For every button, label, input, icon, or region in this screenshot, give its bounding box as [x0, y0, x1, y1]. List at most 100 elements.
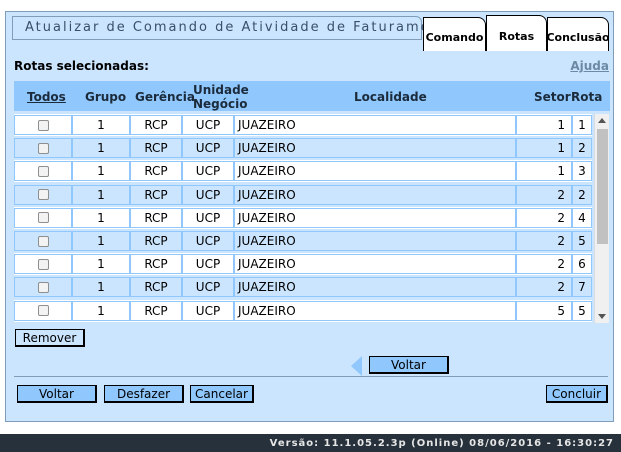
- cell-unidade: UCP: [182, 277, 234, 298]
- tab-conclusao[interactable]: Conclusão: [546, 17, 610, 51]
- table-row: 1 RCP UCP JUAZEIRO 1 2: [14, 137, 592, 160]
- col-gerencia: Gerência: [135, 90, 195, 104]
- cell-grupo: 1: [72, 254, 130, 275]
- table-row: 1 RCP UCP JUAZEIRO 2 7: [14, 276, 592, 299]
- row-checkbox[interactable]: [37, 165, 49, 177]
- cell-grupo: 1: [72, 277, 130, 298]
- cell-unidade: UCP: [182, 231, 234, 251]
- col-localidade: Localidade: [354, 90, 427, 104]
- cell-gerencia: RCP: [130, 138, 182, 159]
- scroll-up-icon[interactable]: [598, 118, 606, 123]
- cell-rota: 1: [572, 115, 592, 135]
- row-checkbox-cell: [14, 161, 72, 182]
- cell-localidade: JUAZEIRO: [234, 184, 516, 205]
- col-grupo: Grupo: [85, 90, 127, 104]
- help-link[interactable]: Ajuda: [570, 59, 609, 73]
- table-row: 1 RCP UCP JUAZEIRO 2 2: [14, 183, 592, 206]
- row-checkbox[interactable]: [37, 119, 49, 131]
- cell-unidade: UCP: [182, 161, 234, 182]
- cell-grupo: 1: [72, 300, 130, 321]
- cell-localidade: JUAZEIRO: [234, 161, 516, 182]
- cell-gerencia: RCP: [130, 115, 182, 135]
- row-checkbox-cell: [14, 138, 72, 159]
- tab-rotas[interactable]: Rotas: [486, 15, 547, 51]
- back-button[interactable]: Voltar: [17, 385, 97, 403]
- tab-comando[interactable]: Comando: [423, 17, 486, 51]
- scroll-down-icon[interactable]: [598, 314, 606, 319]
- scroll-thumb[interactable]: [597, 129, 608, 244]
- table-row: 1 RCP UCP JUAZEIRO 1 1: [14, 114, 592, 136]
- cell-grupo: 1: [72, 138, 130, 159]
- row-checkbox-cell: [14, 277, 72, 298]
- cell-grupo: 1: [72, 231, 130, 251]
- cell-rota: 5: [572, 300, 592, 321]
- row-checkbox-cell: [14, 254, 72, 275]
- cell-rota: 6: [572, 254, 592, 275]
- cell-localidade: JUAZEIRO: [234, 300, 516, 321]
- routes-table-body: 1 RCP UCP JUAZEIRO 1 1 1 RCP UCP JUAZEIRO 1 2 1 RCP UC…: [14, 114, 592, 323]
- cell-setor: 2: [516, 254, 572, 275]
- cell-rota: 4: [572, 207, 592, 228]
- col-rota: Rota: [571, 90, 603, 104]
- cell-localidade: JUAZEIRO: [234, 115, 516, 135]
- cell-localidade: JUAZEIRO: [234, 138, 516, 159]
- back-nav-button[interactable]: Voltar: [369, 356, 449, 374]
- cell-rota: 7: [572, 277, 592, 298]
- cell-localidade: JUAZEIRO: [234, 277, 516, 298]
- cell-setor: 1: [516, 138, 572, 159]
- undo-button[interactable]: Desfazer: [104, 385, 184, 403]
- table-row: 1 RCP UCP JUAZEIRO 2 4: [14, 206, 592, 229]
- col-unidade-l1: Unidade: [193, 83, 249, 97]
- divider: [14, 376, 608, 377]
- row-checkbox[interactable]: [37, 235, 49, 247]
- row-checkbox[interactable]: [37, 142, 49, 154]
- row-checkbox-cell: [14, 184, 72, 205]
- cell-unidade: UCP: [182, 207, 234, 228]
- cell-setor: 2: [516, 231, 572, 251]
- page-title: Atualizar de Comando de Atividade de Fat…: [25, 20, 458, 35]
- cell-unidade: UCP: [182, 254, 234, 275]
- version-footer: Versão: 11.1.05.2.3p (Online) 08/06/2016…: [0, 434, 621, 452]
- back-arrow-icon: [351, 356, 362, 376]
- selected-routes-label: Rotas selecionadas:: [14, 59, 149, 73]
- row-checkbox[interactable]: [37, 189, 49, 201]
- cell-gerencia: RCP: [130, 207, 182, 228]
- cell-localidade: JUAZEIRO: [234, 254, 516, 275]
- cell-setor: 2: [516, 277, 572, 298]
- select-all-link[interactable]: Todos: [27, 90, 66, 104]
- table-row: 1 RCP UCP JUAZEIRO 2 5: [14, 230, 592, 252]
- table-row: 1 RCP UCP JUAZEIRO 5 5: [14, 299, 592, 322]
- cell-unidade: UCP: [182, 115, 234, 135]
- cell-localidade: JUAZEIRO: [234, 231, 516, 251]
- cancel-button[interactable]: Cancelar: [190, 385, 254, 403]
- remove-button[interactable]: Remover: [15, 329, 85, 347]
- cell-gerencia: RCP: [130, 300, 182, 321]
- row-checkbox[interactable]: [37, 305, 49, 317]
- row-checkbox-cell: [14, 231, 72, 251]
- cell-rota: 2: [572, 138, 592, 159]
- row-checkbox-cell: [14, 300, 72, 321]
- cell-gerencia: RCP: [130, 161, 182, 182]
- cell-gerencia: RCP: [130, 254, 182, 275]
- col-setor: Setor: [534, 90, 571, 104]
- row-checkbox[interactable]: [37, 212, 49, 224]
- cell-gerencia: RCP: [130, 231, 182, 251]
- cell-unidade: UCP: [182, 184, 234, 205]
- table-scrollbar[interactable]: [594, 114, 609, 323]
- cell-gerencia: RCP: [130, 277, 182, 298]
- finish-button[interactable]: Concluir: [546, 385, 608, 403]
- cell-rota: 2: [572, 184, 592, 205]
- table-row: 1 RCP UCP JUAZEIRO 2 6: [14, 253, 592, 276]
- row-checkbox[interactable]: [37, 258, 49, 270]
- cell-grupo: 1: [72, 207, 130, 228]
- row-checkbox-cell: [14, 207, 72, 228]
- table-header: Todos Grupo Gerência Unidade Negócio Loc…: [14, 81, 610, 111]
- cell-localidade: JUAZEIRO: [234, 207, 516, 228]
- cell-setor: 1: [516, 115, 572, 135]
- col-unidade-l2: Negócio: [193, 97, 248, 111]
- cell-grupo: 1: [72, 115, 130, 135]
- cell-grupo: 1: [72, 161, 130, 182]
- cell-setor: 1: [516, 161, 572, 182]
- cell-unidade: UCP: [182, 300, 234, 321]
- row-checkbox[interactable]: [37, 281, 49, 293]
